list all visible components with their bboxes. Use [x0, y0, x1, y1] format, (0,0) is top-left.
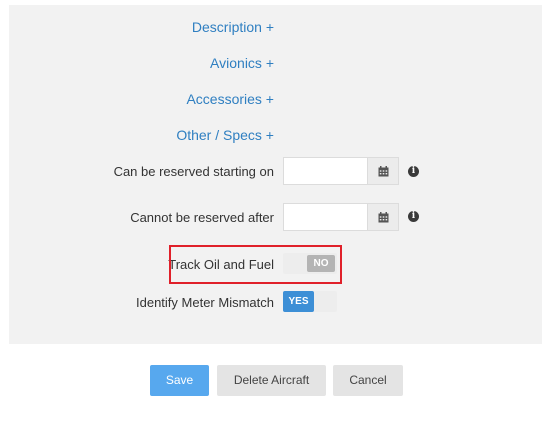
reserve-end-label: Cannot be reserved after: [130, 210, 274, 225]
toggle-state-yes: YES: [283, 291, 314, 312]
reserve-end-calendar-button[interactable]: [367, 203, 399, 231]
calendar-icon: [378, 211, 388, 222]
accessories-section-toggle[interactable]: Accessories +: [186, 91, 274, 107]
identify-meter-mismatch-toggle[interactable]: YES: [283, 291, 337, 312]
other-specs-section-toggle[interactable]: Other / Specs +: [176, 127, 274, 143]
delete-aircraft-button[interactable]: Delete Aircraft: [217, 365, 326, 396]
reserve-start-label: Can be reserved starting on: [113, 164, 274, 179]
reserve-end-info-icon[interactable]: i: [408, 211, 419, 222]
calendar-icon: [378, 165, 388, 176]
save-button[interactable]: Save: [150, 365, 209, 396]
highlight-box: [169, 245, 342, 284]
avionics-section-toggle[interactable]: Avionics +: [210, 55, 274, 71]
aircraft-form-panel: [9, 5, 542, 344]
reserve-start-info-icon[interactable]: i: [408, 166, 419, 177]
description-section-toggle[interactable]: Description +: [192, 19, 274, 35]
reserve-start-input[interactable]: [283, 157, 367, 185]
reserve-end-input[interactable]: [283, 203, 367, 231]
cancel-button[interactable]: Cancel: [333, 365, 403, 396]
identify-meter-mismatch-label: Identify Meter Mismatch: [136, 295, 274, 310]
reserve-start-calendar-button[interactable]: [367, 157, 399, 185]
